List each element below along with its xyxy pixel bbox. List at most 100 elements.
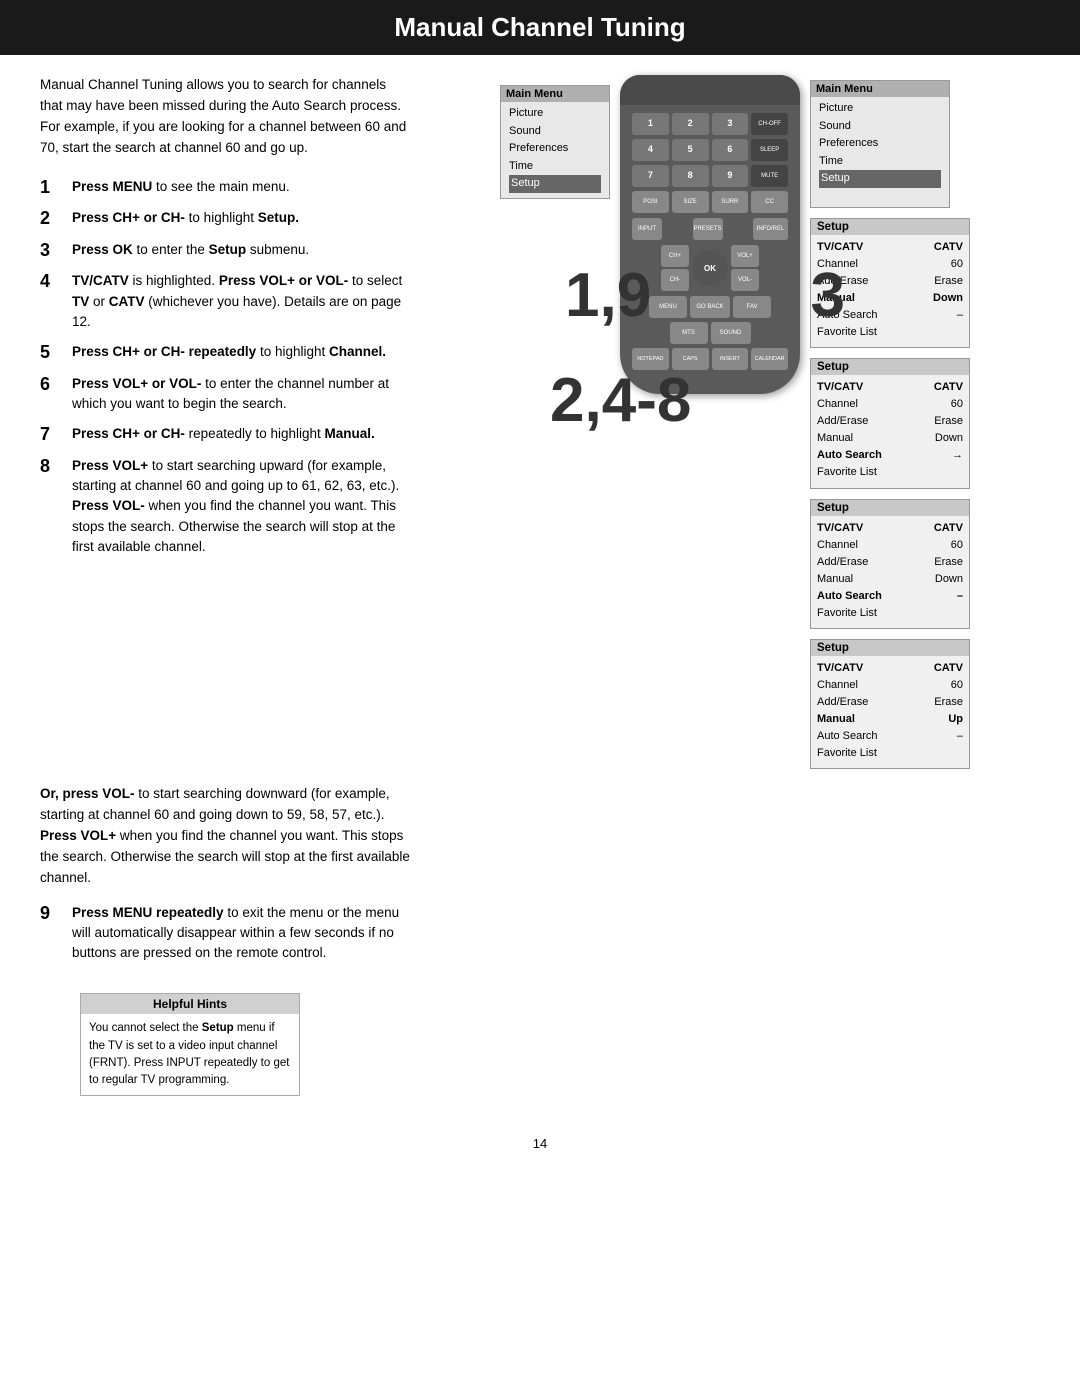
btn-ch-plus[interactable]: CH+: [661, 245, 689, 267]
btn-ch-minus[interactable]: CH-: [661, 269, 689, 291]
main-menu-right-title: Main Menu: [811, 81, 949, 97]
setup-row-channel-2: Channel 60: [817, 396, 963, 413]
step-2: 2 Press CH+ or CH- to highlight Setup.: [40, 208, 410, 230]
nav-vertical-right: VOL+ VOL-: [731, 245, 759, 291]
right-panels: Main Menu Picture Sound Preferences Time…: [810, 80, 970, 769]
btn-inforel[interactable]: INFO/REL: [753, 218, 788, 240]
step-num-2: 2: [40, 208, 62, 230]
btn-5[interactable]: 5: [672, 139, 709, 161]
bottom-content: Or, press VOL- to start searching downwa…: [40, 784, 1040, 973]
title-bar: Manual Channel Tuning: [0, 0, 1080, 55]
btn-sound[interactable]: SOUND: [711, 322, 751, 344]
step-num-1: 1: [40, 177, 62, 199]
step-1: 1 Press MENU to see the main menu.: [40, 177, 410, 199]
btn-goback[interactable]: GO BACK: [690, 296, 730, 318]
nav-cluster: CH+ CH- OK VOL+ VOL-: [632, 245, 788, 291]
setup-row-manual-3: Manual Down: [817, 571, 963, 588]
step-num-8: 8: [40, 456, 62, 478]
remote-area: Main Menu Picture Sound Preferences Time…: [430, 75, 1040, 769]
btn-4[interactable]: 4: [632, 139, 669, 161]
btn-insert[interactable]: INSERT: [712, 348, 749, 370]
btn-mts[interactable]: MTS: [670, 322, 708, 344]
btn-ok-center[interactable]: OK: [692, 250, 728, 286]
step-text-3: Press OK to enter the Setup submenu.: [72, 240, 309, 260]
btn-input[interactable]: INPUT: [632, 218, 662, 240]
btn-9[interactable]: 9: [712, 165, 749, 187]
btn-6[interactable]: 6: [712, 139, 749, 161]
setup-row-channel-3: Channel 60: [817, 537, 963, 554]
menu-item-time: Time: [509, 158, 601, 176]
step-num-6: 6: [40, 374, 62, 396]
hints-title: Helpful Hints: [81, 994, 299, 1014]
main-menu-box-right: Main Menu Picture Sound Preferences Time…: [810, 80, 950, 208]
btn-row-4: POSI SIZE SURR CC: [632, 191, 788, 213]
btn-vol-minus[interactable]: VOL-: [731, 269, 759, 291]
btn-row-3: 7 8 9 MUTE: [632, 165, 788, 187]
rmenu-time: Time: [819, 153, 941, 171]
btn-8[interactable]: 8: [672, 165, 709, 187]
main-menu-title-small: Main Menu: [501, 86, 609, 102]
step-text-1: Press MENU to see the main menu.: [72, 177, 290, 197]
step-8: 8 Press VOL+ to start searching upward (…: [40, 456, 410, 557]
rmenu-picture: Picture: [819, 100, 941, 118]
btn-cc[interactable]: CC: [751, 191, 788, 213]
setup-box-3: Setup TV/CATV CATV Channel 60 Add/Erase: [810, 499, 970, 629]
main-menu-box-small: Main Menu Picture Sound Preferences Time…: [500, 85, 610, 199]
btn-mute[interactable]: MUTE: [751, 165, 788, 187]
setup-content-3: TV/CATV CATV Channel 60 Add/Erase Erase: [811, 516, 969, 628]
btn-fav[interactable]: FAV: [733, 296, 771, 318]
menu-item-setup-highlighted: Setup: [509, 175, 601, 193]
setup-row-tvcatv-4: TV/CATV CATV: [817, 660, 963, 677]
btn-2[interactable]: 2: [672, 113, 709, 135]
or-press-col: Or, press VOL- to start searching downwa…: [40, 784, 410, 973]
step-num-9: 9: [40, 903, 62, 925]
step-7: 7 Press CH+ or CH- repeatedly to highlig…: [40, 424, 410, 446]
step-text-6: Press VOL+ or VOL- to enter the channel …: [72, 374, 410, 415]
menu-panels-left: Main Menu Picture Sound Preferences Time…: [500, 85, 610, 199]
step-text-4: TV/CATV is highlighted. Press VOL+ or VO…: [72, 271, 410, 332]
btn-1[interactable]: 1: [632, 113, 669, 135]
step-overlay-19: 1,9: [565, 260, 651, 331]
btn-menu[interactable]: MENU: [649, 296, 687, 318]
setup-row-adderase-2: Add/Erase Erase: [817, 413, 963, 430]
btn-choff[interactable]: CH-OFF: [751, 113, 788, 135]
btn-size[interactable]: SIZE: [672, 191, 709, 213]
setup-row-tvcatv-3: TV/CATV CATV: [817, 520, 963, 537]
setup-row-adderase-4: Add/Erase Erase: [817, 694, 963, 711]
menu-item-preferences: Preferences: [509, 140, 601, 158]
btn-7[interactable]: 7: [632, 165, 669, 187]
step-text-8: Press VOL+ to start searching upward (fo…: [72, 456, 410, 557]
setup-row-autosearch-4: Auto Search –: [817, 728, 963, 745]
setup-content-2: TV/CATV CATV Channel 60 Add/Erase Erase: [811, 375, 969, 487]
step-overlay-3: 3: [811, 260, 845, 331]
step-6: 6 Press VOL+ or VOL- to enter the channe…: [40, 374, 410, 415]
helpful-hints-box: Helpful Hints You cannot select the Setu…: [80, 993, 300, 1096]
nav-area: INPUT PRESETS INFO/REL: [632, 218, 788, 240]
setup-title-2: Setup: [811, 359, 969, 375]
step-text-9: Press MENU repeatedly to exit the menu o…: [72, 903, 410, 964]
setup-box-4: Setup TV/CATV CATV Channel 60 Add/Erase: [810, 639, 970, 769]
main-menu-right-content: Picture Sound Preferences Time Setup: [811, 97, 949, 207]
step-num-5: 5: [40, 342, 62, 364]
setup-content-4: TV/CATV CATV Channel 60 Add/Erase Erase: [811, 656, 969, 768]
hints-area: [430, 784, 1040, 973]
btn-sleep[interactable]: SLEEP: [751, 139, 788, 161]
btn-calendar[interactable]: CALENDAR: [751, 348, 788, 370]
btn-3[interactable]: 3: [712, 113, 749, 135]
page-title: Manual Channel Tuning: [394, 12, 685, 42]
rmenu-spacer: [819, 188, 941, 202]
btn-surr[interactable]: SURR: [712, 191, 749, 213]
or-press-section: Or, press VOL- to start searching downwa…: [0, 784, 1080, 973]
setup-row-favlist-4: Favorite List: [817, 745, 963, 762]
rmenu-preferences: Preferences: [819, 135, 941, 153]
nav-vertical-left: CH+ CH-: [661, 245, 689, 291]
btn-posi[interactable]: POSI: [632, 191, 669, 213]
setup-row-tvcatv-2: TV/CATV CATV: [817, 379, 963, 396]
btn-presets[interactable]: PRESETS: [693, 218, 723, 240]
setup-title-4: Setup: [811, 640, 969, 656]
setup-row-favlist-3: Favorite List: [817, 605, 963, 622]
setup-row-manual-4: Manual Up: [817, 711, 963, 728]
btn-vol-plus[interactable]: VOL+: [731, 245, 759, 267]
setup-row-manual-2: Manual Down: [817, 430, 963, 447]
btn-row-2: 4 5 6 SLEEP: [632, 139, 788, 161]
